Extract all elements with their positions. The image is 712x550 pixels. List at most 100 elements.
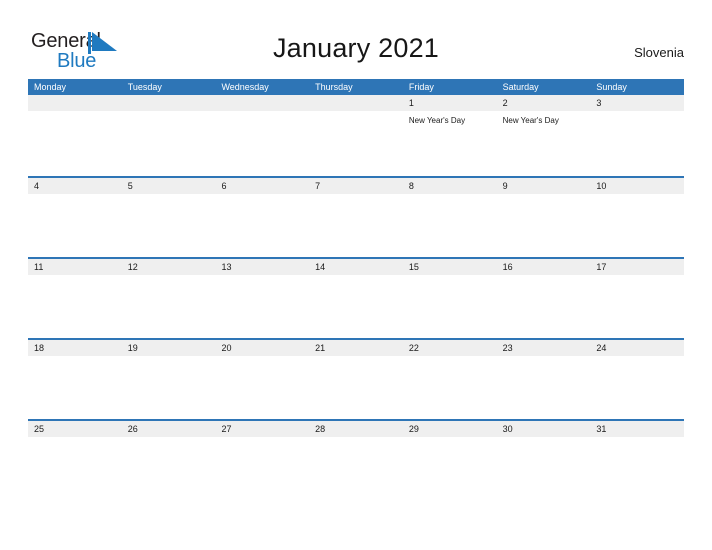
day-number-cell[interactable]: 4 xyxy=(28,178,122,194)
day-number-cell[interactable]: 25 xyxy=(28,421,122,437)
day-number: 12 xyxy=(127,262,138,272)
week-date-band: 25 26 27 28 29 30 31 xyxy=(28,421,684,437)
region-label: Slovenia xyxy=(634,45,684,60)
calendar-week-row: 1 2 3 New Year's Day New Year's Day xyxy=(28,95,684,176)
day-events-cell-empty xyxy=(215,356,309,419)
calendar-grid: Monday Tuesday Wednesday Thursday Friday… xyxy=(28,79,684,500)
day-number: 7 xyxy=(315,181,321,191)
day-events-cell-empty xyxy=(309,356,403,419)
weekday-header-wednesday: Wednesday xyxy=(221,82,269,92)
day-number: 18 xyxy=(34,343,45,353)
day-number-cell[interactable]: 2 xyxy=(497,95,591,111)
day-events-cell-empty xyxy=(215,437,309,500)
day-number: 5 xyxy=(127,181,133,191)
week-event-band xyxy=(28,437,684,500)
day-events-cell-empty xyxy=(590,356,684,419)
day-number-cell[interactable]: 11 xyxy=(28,259,122,275)
day-events-cell-empty xyxy=(28,275,122,338)
day-number: 10 xyxy=(596,181,607,191)
weekday-header-monday: Monday xyxy=(34,82,67,92)
day-number-cell[interactable]: 6 xyxy=(215,178,309,194)
day-number-cell[interactable]: 9 xyxy=(497,178,591,194)
calendar-page: General Blue January 2021 Slovenia Monda… xyxy=(0,0,712,550)
day-number-cell[interactable]: 16 xyxy=(497,259,591,275)
day-events-cell-empty xyxy=(122,111,216,174)
day-number-cell[interactable]: 27 xyxy=(215,421,309,437)
day-events-cell-empty xyxy=(403,275,497,338)
day-number-cell[interactable]: 29 xyxy=(403,421,497,437)
day-number: 15 xyxy=(408,262,419,272)
day-number: 28 xyxy=(315,424,326,434)
day-number: 24 xyxy=(596,343,607,353)
weekday-header-saturday: Saturday xyxy=(502,82,539,92)
day-events-cell[interactable]: New Year's Day xyxy=(497,111,591,174)
week-date-band: 1 2 3 xyxy=(28,95,684,111)
day-events-cell-empty xyxy=(122,356,216,419)
calendar-week-row: 11 12 13 14 15 16 17 xyxy=(28,257,684,338)
day-number-cell[interactable]: 12 xyxy=(122,259,216,275)
day-number-cell-empty xyxy=(28,95,122,111)
day-events-cell-empty xyxy=(403,194,497,257)
day-number-cell-empty xyxy=(122,95,216,111)
day-number-cell[interactable]: 23 xyxy=(497,340,591,356)
day-number: 11 xyxy=(34,262,44,272)
day-number-cell[interactable]: 30 xyxy=(497,421,591,437)
day-events-cell-empty xyxy=(497,356,591,419)
day-events-cell-empty xyxy=(497,275,591,338)
day-number: 21 xyxy=(315,343,326,353)
day-events-cell-empty xyxy=(590,275,684,338)
holiday-event-label: New Year's Day xyxy=(502,116,559,125)
day-number-cell[interactable]: 31 xyxy=(590,421,684,437)
day-number-cell[interactable]: 10 xyxy=(590,178,684,194)
week-event-band xyxy=(28,194,684,257)
day-number-cell[interactable]: 5 xyxy=(122,178,216,194)
day-events-cell-empty xyxy=(309,194,403,257)
day-number-cell[interactable]: 19 xyxy=(122,340,216,356)
week-date-band: 4 5 6 7 8 9 10 xyxy=(28,178,684,194)
day-events-cell-empty xyxy=(28,356,122,419)
day-number-cell[interactable]: 18 xyxy=(28,340,122,356)
day-number-cell[interactable]: 20 xyxy=(215,340,309,356)
day-number-cell[interactable]: 22 xyxy=(403,340,497,356)
day-events-cell-empty xyxy=(590,194,684,257)
day-number: 9 xyxy=(502,181,508,191)
week-date-band: 11 12 13 14 15 16 17 xyxy=(28,259,684,275)
calendar-week-row: 25 26 27 28 29 30 31 xyxy=(28,419,684,500)
day-number: 16 xyxy=(502,262,513,272)
calendar-week-row: 18 19 20 21 22 23 24 xyxy=(28,338,684,419)
day-number-cell[interactable]: 28 xyxy=(309,421,403,437)
day-number-cell[interactable]: 13 xyxy=(215,259,309,275)
day-events-cell-empty xyxy=(122,437,216,500)
day-number: 29 xyxy=(408,424,419,434)
day-number-cell[interactable]: 1 xyxy=(403,95,497,111)
day-events-cell-empty xyxy=(215,275,309,338)
day-number-cell[interactable]: 21 xyxy=(309,340,403,356)
day-events-cell-empty xyxy=(403,437,497,500)
day-number-cell[interactable]: 15 xyxy=(403,259,497,275)
day-number-cell[interactable]: 17 xyxy=(590,259,684,275)
weekday-header-friday: Friday xyxy=(408,82,434,92)
day-number: 3 xyxy=(596,98,602,108)
day-events-cell-empty xyxy=(215,111,309,174)
day-events-cell-empty xyxy=(28,437,122,500)
day-number: 17 xyxy=(596,262,607,272)
holiday-event-label: New Year's Day xyxy=(408,116,466,125)
day-number-cell[interactable]: 8 xyxy=(403,178,497,194)
day-number-cell[interactable]: 24 xyxy=(590,340,684,356)
day-number: 1 xyxy=(408,98,414,108)
day-number: 20 xyxy=(221,343,232,353)
day-number: 13 xyxy=(221,262,232,272)
day-events-cell-empty xyxy=(590,111,684,174)
day-number: 4 xyxy=(34,181,40,191)
day-events-cell[interactable]: New Year's Day xyxy=(403,111,497,174)
day-number-cell[interactable]: 26 xyxy=(122,421,216,437)
day-number-cell[interactable]: 7 xyxy=(309,178,403,194)
day-number-cell[interactable]: 14 xyxy=(309,259,403,275)
weekday-header-row: Monday Tuesday Wednesday Thursday Friday… xyxy=(28,79,684,95)
day-number-cell-empty xyxy=(309,95,403,111)
day-number: 23 xyxy=(502,343,513,353)
day-number-cell[interactable]: 3 xyxy=(590,95,684,111)
page-header: General Blue January 2021 Slovenia xyxy=(0,0,712,79)
day-number: 27 xyxy=(221,424,232,434)
week-event-band xyxy=(28,275,684,338)
